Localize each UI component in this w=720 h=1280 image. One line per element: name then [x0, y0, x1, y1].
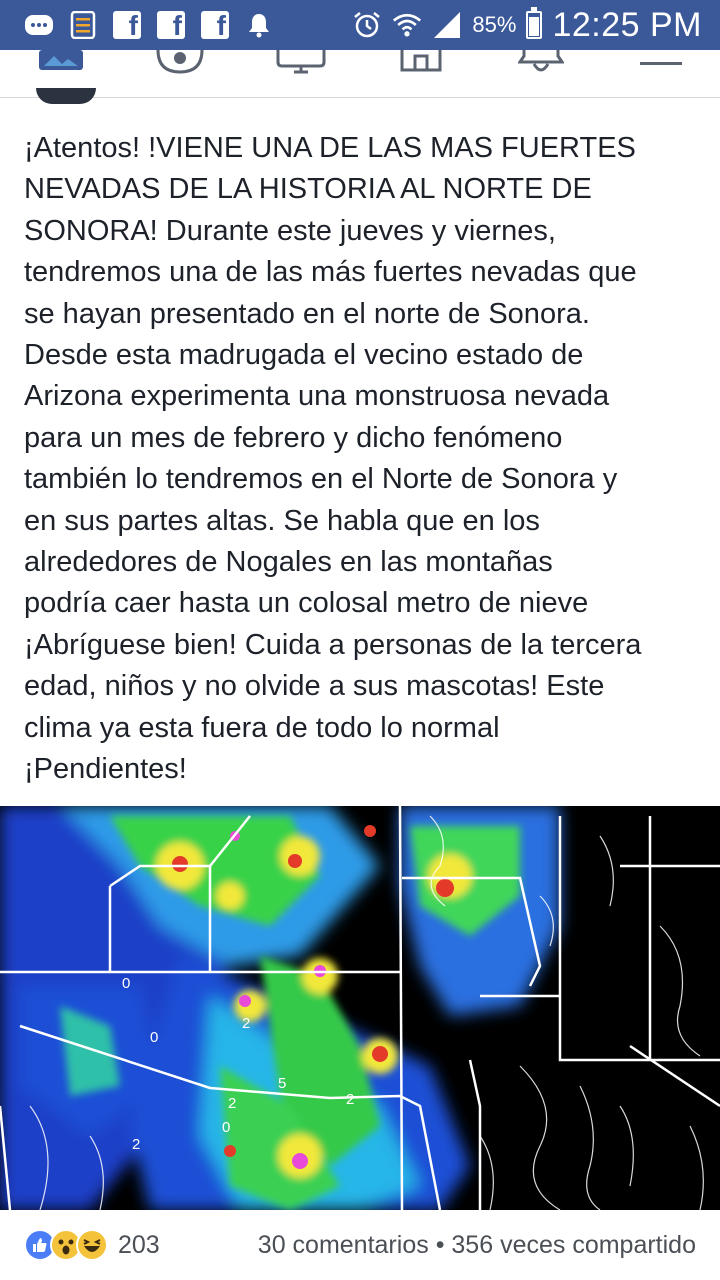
post-text-line: ¡Atentos! !VIENE UNA DE LAS MAS FUERTES [24, 132, 636, 164]
signal-icon [432, 10, 462, 40]
messenger-icon [24, 10, 54, 40]
status-bar: f f f 85% 12:25 PM [0, 0, 720, 50]
post-footer: 203 30 comentarios • 356 veces compartid… [0, 1210, 720, 1280]
map-label: 0 [222, 1119, 230, 1136]
post-text-line: alrededores de Nogales en las montañas [24, 546, 553, 579]
shares-link[interactable]: 356 veces compartido [451, 1231, 696, 1259]
post-text: ¡Atentos! !VIENE UNA DE LAS MAS FUERTES N… [24, 128, 704, 791]
post-text-line: en sus partes altas. Se habla que en los [24, 504, 540, 537]
facebook-icon: f [156, 10, 186, 40]
watch-icon[interactable] [276, 50, 326, 74]
post-text-line: ¡Abríguese bien! Cuida a personas de la … [24, 628, 642, 661]
facebook-icon: f [112, 10, 142, 40]
post-text-line: también lo tendremos en el Norte de Sono… [24, 463, 618, 496]
map-label: 5 [278, 1075, 286, 1092]
notification-bell-icon [244, 10, 274, 40]
reaction-count: 203 [118, 1230, 160, 1259]
wifi-icon [392, 10, 422, 40]
post-text-line: ¡Pendientes! [24, 753, 187, 786]
map-label: 2 [228, 1095, 236, 1112]
map-label: 2 [346, 1091, 354, 1108]
facebook-nav-bar [0, 49, 720, 98]
notifications-icon[interactable] [517, 50, 565, 74]
post-text-line: tendremos una de las más fuertes nevadas… [24, 256, 637, 289]
post-text-line: se hayan presentado en el norte de Sonor… [24, 297, 590, 330]
post-image[interactable]: 0 0 2 0 2 5 2 2 [0, 806, 720, 1210]
battery-icon [526, 7, 543, 39]
haha-icon [76, 1229, 108, 1261]
map-label: 2 [132, 1136, 140, 1153]
post-text-line: edad, niños y no olvide a sus mascotas! … [24, 670, 605, 703]
post-text-line: clima ya esta fuera de todo lo normal [24, 711, 500, 744]
post-text-line: podría caer hasta un colosal metro de ni… [24, 587, 589, 620]
weather-radar-map: 0 0 2 0 2 5 2 2 [0, 806, 720, 1210]
menu-icon[interactable] [638, 50, 684, 74]
battery-percent: 85% [472, 12, 517, 37]
post-text-line: Desde esta madrugada el vecino estado de [24, 339, 584, 372]
avatar[interactable] [36, 88, 96, 104]
map-label: 0 [122, 975, 130, 992]
post-stats: 30 comentarios • 356 veces compartido [258, 1231, 720, 1260]
post-text-line: para un mes de febrero y dicho fenómeno [24, 421, 563, 454]
post-text-line: Arizona experimenta una monstruosa nevad… [24, 380, 610, 413]
post-text-line: SONORA! Durante este jueves y viernes, [24, 214, 556, 247]
alarm-icon [352, 10, 382, 40]
map-label: 2 [242, 1015, 250, 1032]
post-text-line: NEVADAS DE LA HISTORIA AL NORTE DE [24, 173, 592, 206]
news-feed-icon[interactable] [38, 50, 84, 74]
friends-icon[interactable] [156, 49, 204, 74]
comments-link[interactable]: 30 comentarios [258, 1231, 429, 1259]
reactions-summary[interactable]: 203 [0, 1229, 160, 1261]
notes-icon [68, 10, 98, 40]
marketplace-icon[interactable] [400, 50, 442, 74]
map-label: 0 [150, 1029, 158, 1046]
clock: 12:25 PM [552, 5, 702, 44]
facebook-icon: f [200, 10, 230, 40]
stats-separator: • [435, 1230, 445, 1259]
